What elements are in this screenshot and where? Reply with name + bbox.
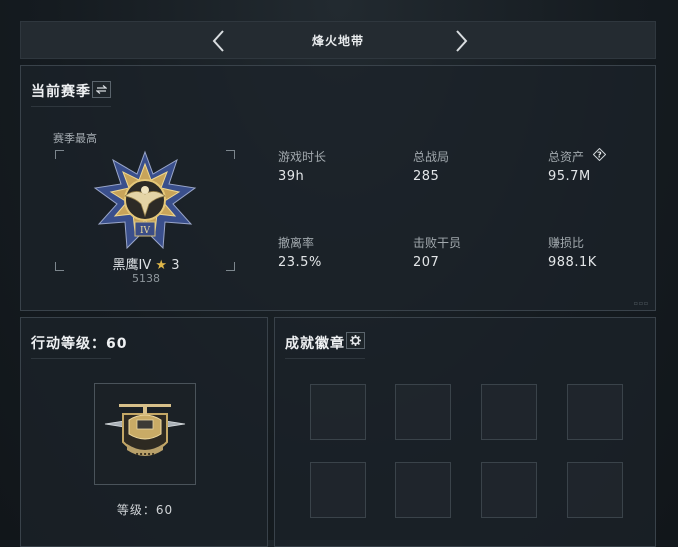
operation-emblem-frame: ▪ ▪ ▪ ▪ ▪	[94, 383, 196, 485]
frame-corner	[226, 150, 235, 159]
svg-text:IV: IV	[140, 226, 151, 236]
stat-value-assets: 95.7M	[548, 169, 591, 184]
achievement-title: 成就徽章	[285, 336, 345, 352]
badge-slot[interactable]	[567, 384, 623, 440]
mode-title: 烽火地带	[311, 34, 364, 48]
svg-text:▪ ▪ ▪ ▪ ▪: ▪ ▪ ▪ ▪ ▪	[136, 451, 155, 456]
rank-score: 5138	[132, 272, 160, 285]
badge-slot[interactable]	[567, 462, 623, 518]
badge-slot[interactable]	[310, 384, 366, 440]
stat-label-playtime: 游戏时长	[278, 150, 327, 164]
operation-level-panel: 行动等级：60 ▪ ▪ ▪ ▪ ▪ 等级：60	[20, 317, 268, 547]
badge-slot[interactable]	[310, 462, 366, 518]
badge-slot[interactable]	[481, 462, 537, 518]
stat-value-profit-ratio: 988.1K	[548, 255, 597, 270]
season-title: 当前赛季	[31, 84, 91, 100]
stat-label-matches: 总战局	[413, 150, 450, 164]
season-panel: 当前赛季 赛季最高 IV 黑鹰IV ★ 3 5138 游戏时长 39h 总战局 …	[20, 65, 656, 311]
divider	[285, 358, 365, 359]
helicopter-emblem-icon: ▪ ▪ ▪ ▪ ▪	[104, 404, 186, 456]
badge-slot[interactable]	[395, 462, 451, 518]
frame-corner	[226, 262, 235, 271]
divider	[31, 358, 111, 359]
operation-level-text: 等级：60	[116, 503, 174, 517]
frame-corner	[55, 150, 64, 159]
mode-switcher: 烽火地带	[20, 21, 656, 59]
rank-stars: 3	[171, 258, 180, 273]
rank-medal-icon: IV	[93, 150, 197, 250]
stat-label-extract-rate: 撤离率	[278, 236, 315, 250]
badge-slot[interactable]	[481, 384, 537, 440]
achievement-badges-panel: 成就徽章	[274, 317, 656, 547]
stat-label-assets: 总资产	[548, 150, 585, 164]
swap-icon	[96, 85, 107, 94]
divider	[31, 106, 111, 107]
star-icon: ★	[155, 258, 168, 273]
stat-value-kills: 207	[413, 255, 440, 270]
gear-icon	[350, 335, 361, 346]
stat-label-profit-ratio: 赚损比	[548, 236, 585, 250]
operation-level-title: 行动等级：60	[31, 336, 128, 352]
question-icon[interactable]: ?	[593, 148, 606, 161]
frame-corner	[55, 262, 64, 271]
chevron-right-icon[interactable]	[449, 28, 473, 54]
stat-value-playtime: 39h	[278, 169, 305, 184]
season-peak-label: 赛季最高	[53, 132, 97, 145]
decor-dots: ▫▫▫	[633, 300, 649, 307]
stat-value-matches: 285	[413, 169, 440, 184]
stat-value-extract-rate: 23.5%	[278, 255, 322, 270]
achievement-settings-button[interactable]	[346, 332, 365, 349]
rank-name: 黑鹰IV	[112, 258, 152, 273]
season-switch-button[interactable]	[92, 81, 111, 98]
rank-name-row: 黑鹰IV ★ 3	[91, 254, 201, 273]
svg-text:?: ?	[597, 151, 602, 160]
badge-slot[interactable]	[395, 384, 451, 440]
stat-label-kills: 击败干员	[413, 236, 462, 250]
